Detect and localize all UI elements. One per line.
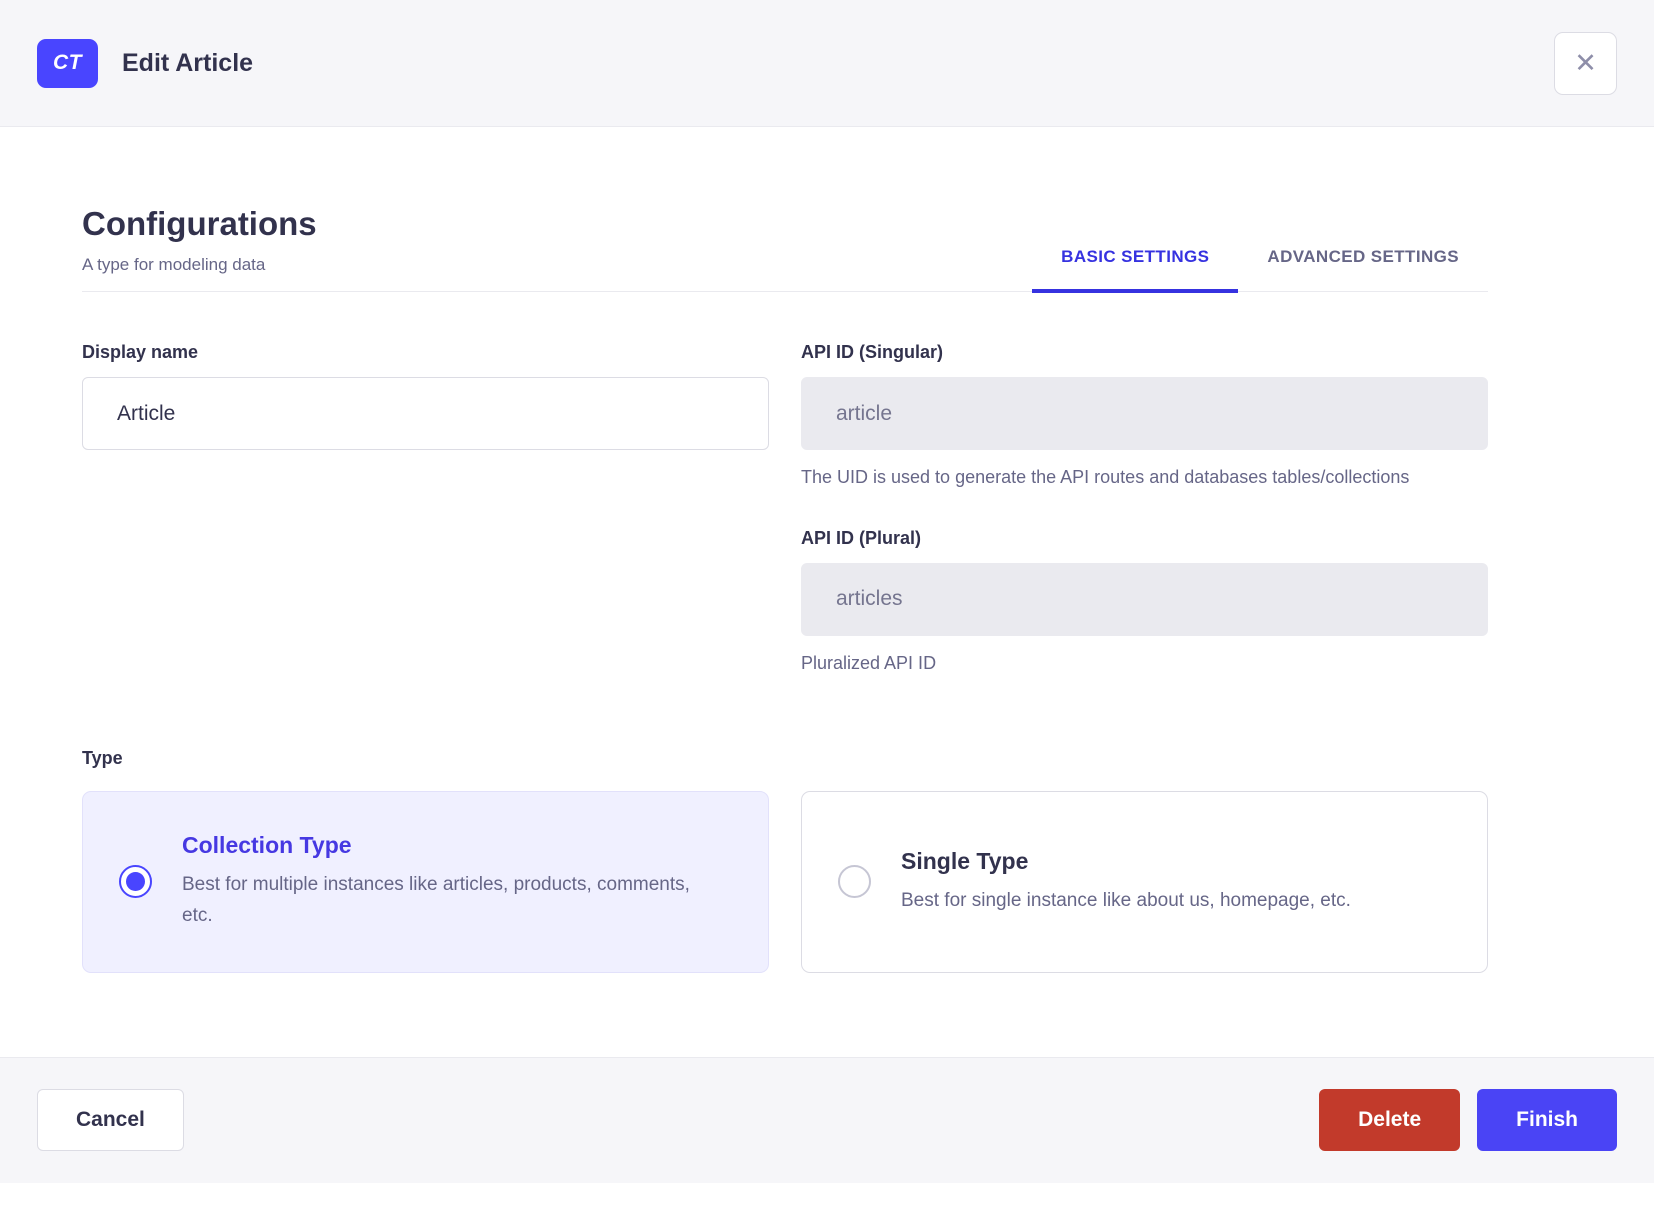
api-id-singular-hint: The UID is used to generate the API rout… — [801, 467, 1410, 487]
single-type-card[interactable]: Single Type Best for single instance lik… — [801, 790, 1488, 973]
finish-button[interactable]: Finish — [1477, 1088, 1617, 1151]
single-type-radio[interactable] — [838, 865, 871, 899]
footer-actions: Delete Finish — [1319, 1088, 1617, 1151]
delete-button[interactable]: Delete — [1319, 1088, 1461, 1151]
page-subtitle: A type for modeling data — [82, 255, 266, 274]
modal-body: Configurations A type for modeling data … — [0, 127, 1654, 973]
api-id-plural-field: API ID (Plural) Pluralized API ID — [801, 528, 1488, 678]
page-title: Configurations — [82, 205, 317, 242]
display-name-input[interactable] — [82, 377, 769, 450]
modal-title: Edit Article — [122, 48, 254, 77]
close-button[interactable]: ✕ — [1554, 31, 1617, 95]
tab-advanced-settings[interactable]: ADVANCED SETTINGS — [1238, 247, 1488, 293]
modal-footer: Cancel Delete Finish — [0, 1056, 1654, 1183]
cancel-button[interactable]: Cancel — [37, 1088, 184, 1151]
collection-type-title: Collection Type — [182, 832, 352, 859]
api-id-plural-input — [801, 562, 1488, 636]
api-id-singular-field: API ID (Singular) The UID is used to gen… — [801, 342, 1488, 492]
radio-dot — [126, 872, 145, 892]
display-name-label: Display name — [82, 342, 199, 362]
content-type-badge-label: CT — [53, 51, 82, 74]
form-column-left: Display name — [82, 342, 769, 678]
close-icon: ✕ — [1574, 47, 1597, 78]
single-type-description: Best for single instance like about us, … — [901, 889, 1351, 911]
single-type-title: Single Type — [901, 847, 1029, 874]
collection-type-description: Best for multiple instances like article… — [182, 874, 690, 926]
section-header: Configurations A type for modeling data … — [82, 205, 1488, 293]
type-label: Type — [82, 747, 123, 768]
collection-type-radio[interactable] — [119, 865, 152, 899]
tab-basic-settings[interactable]: BASIC SETTINGS — [1032, 247, 1239, 293]
api-id-singular-input — [801, 377, 1488, 450]
section-titles: Configurations A type for modeling data — [82, 205, 317, 291]
type-options: Collection Type Best for multiple instan… — [82, 790, 1488, 973]
type-section: Type Collection Type Best for multiple i… — [82, 748, 1488, 973]
configuration-form: Display name API ID (Singular) The UID i… — [82, 342, 1488, 678]
collection-type-card[interactable]: Collection Type Best for multiple instan… — [82, 790, 769, 973]
api-id-singular-label: API ID (Singular) — [801, 342, 944, 362]
api-id-plural-label: API ID (Plural) — [801, 527, 922, 548]
single-type-text: Single Type Best for single instance lik… — [901, 848, 1351, 916]
modal-header: CT Edit Article ✕ — [0, 0, 1654, 127]
collection-type-text: Collection Type Best for multiple instan… — [182, 832, 722, 931]
settings-tabs: BASIC SETTINGS ADVANCED SETTINGS — [1032, 247, 1488, 293]
form-column-right: API ID (Singular) The UID is used to gen… — [801, 342, 1488, 678]
content-type-badge: CT — [37, 38, 98, 88]
api-id-plural-hint: Pluralized API ID — [801, 652, 937, 673]
